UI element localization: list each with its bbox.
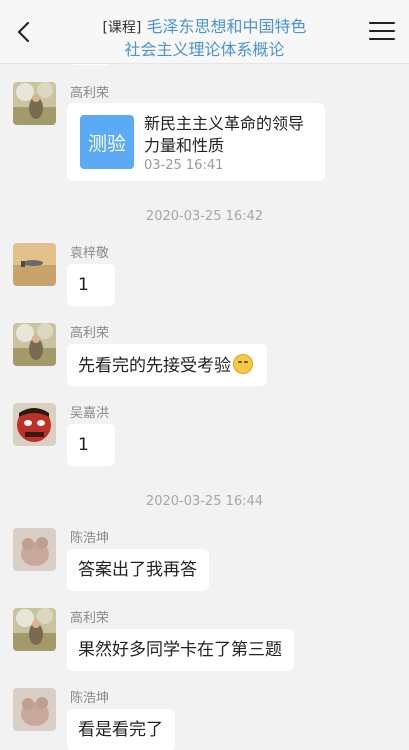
sender-name: 高利荣 xyxy=(70,611,110,626)
course-tag: [课程] xyxy=(102,20,142,36)
title-line-2: 社会主义理论体系概论 xyxy=(124,40,285,59)
message-bubble[interactable]: 看是看完了 xyxy=(67,709,175,750)
avatar[interactable] xyxy=(13,688,56,731)
avatar[interactable] xyxy=(13,403,56,446)
sender-name: 陈浩坤 xyxy=(70,691,110,706)
message-text: 1 xyxy=(78,275,89,295)
avatar[interactable] xyxy=(13,608,56,651)
timestamp: 2020-03-25 16:44 xyxy=(145,494,264,509)
avatar[interactable] xyxy=(13,528,56,571)
page-title: [课程] 毛泽东思想和中国特色 社会主义理论体系概论 xyxy=(60,16,349,61)
message-bubble[interactable]: 1 xyxy=(67,424,115,466)
back-button[interactable] xyxy=(8,16,40,48)
quiz-card[interactable]: 测验 新民主主义革命的领导力量和性质 03-25 16:41 xyxy=(67,103,325,181)
message-bubble[interactable]: 答案出了我再答 xyxy=(67,549,209,591)
face-emoji-icon xyxy=(233,354,253,374)
sender-name: 陈浩坤 xyxy=(70,531,110,546)
sender-name: 高利荣 xyxy=(70,86,110,101)
chat-list[interactable]: 高利荣 测验 新民主主义革命的领导力量和性质 03-25 16:41 2020-… xyxy=(0,64,409,750)
message-text: 1 xyxy=(78,435,89,455)
chevron-left-icon xyxy=(17,21,30,43)
title-line-1: 毛泽东思想和中国特色 xyxy=(146,17,307,36)
menu-button[interactable] xyxy=(369,22,395,42)
avatar[interactable] xyxy=(13,323,56,366)
quiz-icon: 测验 xyxy=(80,115,134,169)
message-text: 先看完的先接受考验 xyxy=(78,356,231,376)
quiz-time: 03-25 16:41 xyxy=(144,158,224,173)
sender-name: 高利荣 xyxy=(70,326,110,341)
hamburger-icon xyxy=(369,22,395,40)
avatar[interactable] xyxy=(13,243,56,286)
message-text: 看是看完了 xyxy=(78,720,163,740)
sender-name: 吴嘉洪 xyxy=(70,406,110,421)
sender-name: 袁梓敬 xyxy=(70,246,110,261)
message-bubble[interactable]: 果然好多同学卡在了第三题 xyxy=(67,629,294,671)
chat-header: [课程] 毛泽东思想和中国特色 社会主义理论体系概论 xyxy=(0,0,409,64)
message-bubble[interactable]: 1 xyxy=(67,264,115,306)
message-bubble[interactable]: 先看完的先接受考验 xyxy=(67,344,267,386)
message-bubble[interactable] xyxy=(67,64,112,65)
quiz-title: 新民主主义革命的领导力量和性质 xyxy=(144,114,305,155)
timestamp: 2020-03-25 16:42 xyxy=(145,209,264,224)
message-text: 答案出了我再答 xyxy=(78,560,197,580)
avatar[interactable] xyxy=(13,82,56,125)
message-text: 果然好多同学卡在了第三题 xyxy=(78,640,282,660)
